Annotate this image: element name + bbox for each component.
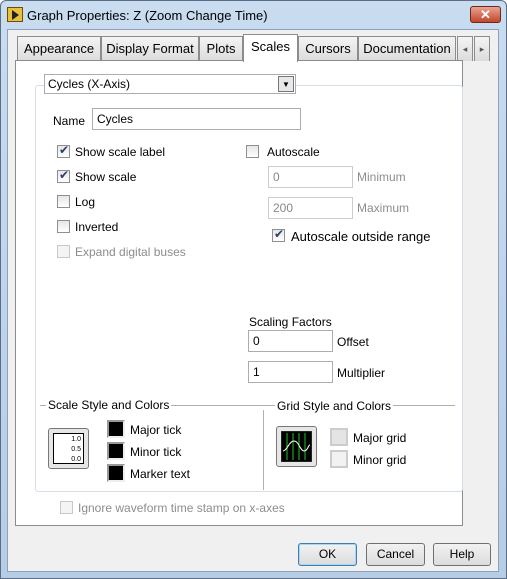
offset-label: Offset — [337, 335, 369, 349]
tab-documentation[interactable]: Documentation — [358, 36, 456, 61]
major-tick-label: Major tick — [130, 423, 182, 437]
minor-grid-color-box[interactable] — [330, 450, 348, 468]
ignore-timestamp-label: Ignore waveform time stamp on x-axes — [78, 501, 285, 515]
tab-scales[interactable]: Scales — [243, 34, 298, 62]
minimum-label: Minimum — [357, 170, 406, 184]
minimum-input[interactable]: 0 — [268, 166, 353, 188]
expand-digital-buses-label: Expand digital buses — [75, 245, 186, 259]
autoscale-label: Autoscale — [267, 145, 320, 159]
tab-display-format[interactable]: Display Format — [101, 36, 199, 61]
scaling-factors-title: Scaling Factors — [249, 315, 332, 329]
chevron-down-icon[interactable]: ▼ — [278, 76, 294, 92]
show-scale-label-checkbox[interactable] — [57, 143, 70, 158]
minor-grid-label: Minor grid — [353, 453, 407, 467]
multiplier-input[interactable]: 1 — [248, 361, 333, 383]
cancel-button[interactable]: Cancel — [366, 543, 425, 566]
grid-style-title: Grid Style and Colors — [275, 399, 394, 413]
minor-tick-color-box[interactable] — [107, 442, 125, 460]
ok-button[interactable]: OK — [298, 543, 357, 566]
scale-style-icon: 1.0 0.5 0.0 — [53, 433, 84, 464]
tab-scroll-left-button[interactable]: ◂ — [457, 36, 473, 61]
minor-tick-label: Minor tick — [130, 445, 182, 459]
grid-style-icon — [280, 430, 313, 463]
tab-plots[interactable]: Plots — [199, 36, 243, 61]
window-title: Graph Properties: Z (Zoom Change Time) — [27, 8, 268, 23]
expand-digital-buses-checkbox[interactable] — [57, 245, 70, 258]
tab-appearance[interactable]: Appearance — [17, 36, 101, 61]
tab-cursors[interactable]: Cursors — [298, 36, 358, 61]
inverted-label: Inverted — [75, 220, 119, 234]
marker-text-color-box[interactable] — [107, 464, 125, 482]
autoscale-outside-range-label: Autoscale outside range — [291, 229, 431, 244]
help-button[interactable]: Help — [433, 543, 491, 566]
major-grid-label: Major grid — [353, 431, 407, 445]
major-tick-color-box[interactable] — [107, 420, 125, 438]
name-input[interactable]: Cycles — [92, 108, 301, 130]
style-vertical-divider — [263, 410, 264, 490]
multiplier-label: Multiplier — [337, 366, 386, 380]
log-label: Log — [75, 195, 96, 209]
scale-style-button[interactable]: 1.0 0.5 0.0 — [48, 428, 89, 469]
marker-text-label: Marker text — [130, 467, 191, 481]
show-scale-checkbox[interactable] — [57, 168, 70, 183]
maximum-input[interactable]: 200 — [268, 197, 353, 219]
tick-label: 0.5 — [71, 446, 81, 453]
tick-label: 0.0 — [71, 456, 81, 463]
grid-style-button[interactable] — [276, 426, 317, 467]
close-button[interactable]: ✕ — [470, 6, 501, 23]
axis-select-value: Cycles (X-Axis) — [48, 77, 131, 91]
show-scale-label-label: Show scale label — [75, 145, 166, 159]
name-label: Name — [53, 114, 86, 128]
ignore-timestamp-checkbox[interactable] — [60, 501, 73, 514]
show-scale-label-text: Show scale — [75, 170, 137, 184]
tick-label: 1.0 — [71, 436, 81, 443]
maximum-label: Maximum — [357, 201, 410, 215]
major-grid-color-box[interactable] — [330, 428, 348, 446]
offset-input[interactable]: 0 — [248, 330, 333, 352]
log-checkbox[interactable] — [57, 195, 70, 208]
inverted-checkbox[interactable] — [57, 220, 70, 233]
autoscale-checkbox[interactable] — [246, 145, 259, 158]
scale-style-title: Scale Style and Colors — [46, 398, 172, 412]
axis-select[interactable]: Cycles (X-Axis) ▼ — [44, 74, 296, 94]
labview-app-icon — [7, 7, 23, 22]
autoscale-outside-range-checkbox[interactable] — [272, 227, 285, 242]
tab-scroll-right-button[interactable]: ▸ — [474, 36, 490, 61]
